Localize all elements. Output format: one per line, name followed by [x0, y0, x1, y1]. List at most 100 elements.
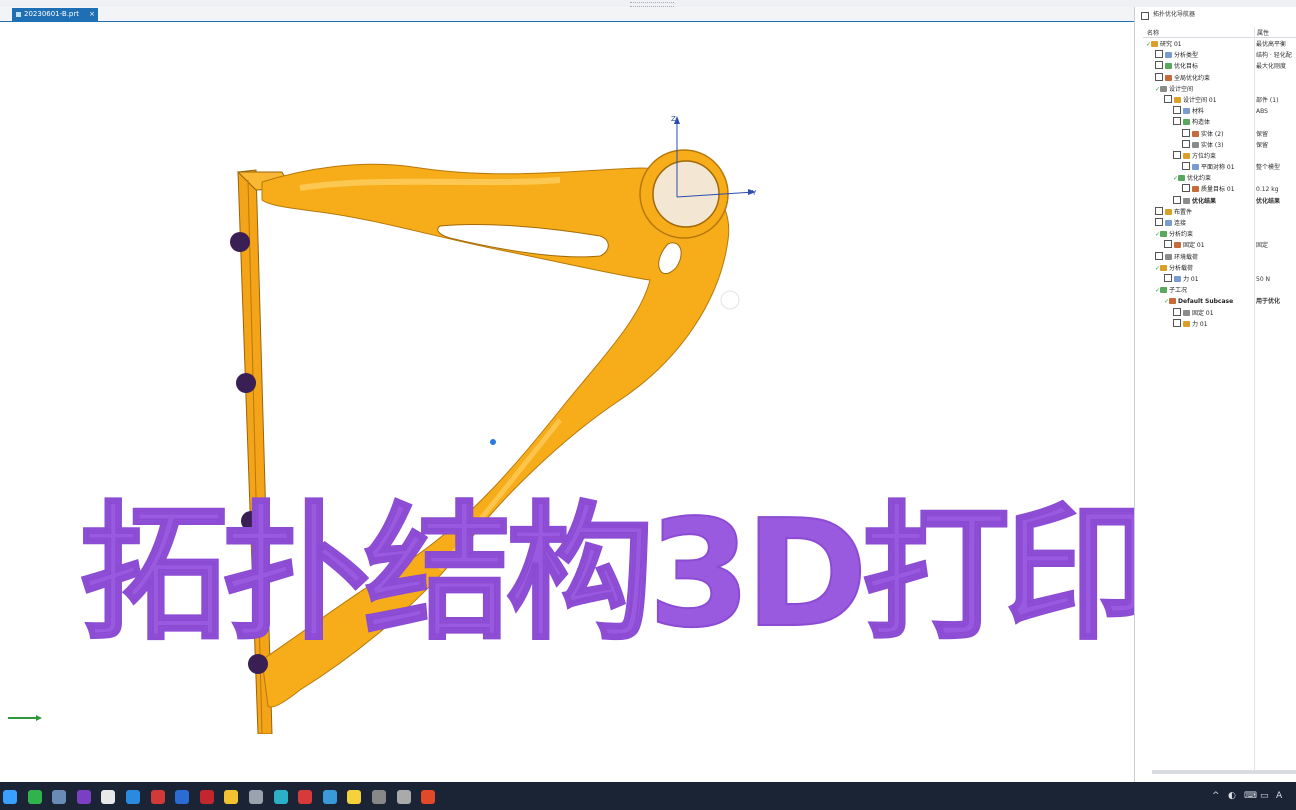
tray-icon[interactable]: ^: [1212, 791, 1220, 801]
notes-icon[interactable]: [322, 790, 337, 804]
file-tab-bar: 20230601-B.prt ×: [0, 7, 1134, 23]
tree-row-label: 优化约束: [1187, 175, 1212, 183]
tree-row[interactable]: 分析类型 结构 · 轻化配: [1140, 50, 1296, 61]
tree-row-label: 优化结果: [1192, 197, 1217, 205]
checkbox-icon[interactable]: [1173, 150, 1181, 159]
checkbox-icon[interactable]: [1173, 106, 1181, 115]
nx-icon[interactable]: [199, 790, 214, 804]
tree-row[interactable]: 固定 01 固定: [1140, 240, 1296, 251]
tree-row[interactable]: 固定 01: [1140, 307, 1296, 319]
panel-column-header: 名称 属性: [1143, 27, 1296, 38]
tree-row-value: 0.12 kg: [1256, 186, 1279, 194]
checkbox-icon[interactable]: [1173, 318, 1181, 327]
checkbox-icon[interactable]: [1182, 128, 1190, 137]
node-icon: [1192, 164, 1199, 171]
checkbox-icon[interactable]: [1155, 218, 1163, 226]
tree-row[interactable]: ✓ 分析约束: [1140, 229, 1296, 240]
node-icon: [1160, 85, 1168, 92]
tree-row[interactable]: 平面对称 01 整个模型: [1140, 162, 1296, 173]
node-icon: [1165, 52, 1172, 59]
checkbox-icon[interactable]: [1164, 94, 1172, 103]
checkbox-icon[interactable]: [1173, 195, 1181, 204]
node-icon: [1174, 242, 1181, 249]
visualstudio-icon[interactable]: [76, 790, 91, 804]
node-icon: [1183, 197, 1190, 204]
tree-row-value: 部件 (1): [1256, 96, 1279, 104]
col-attr[interactable]: 属性: [1257, 28, 1269, 37]
tree-row[interactable]: 连接: [1140, 218, 1296, 229]
tree-row-label: 材料: [1192, 108, 1205, 116]
checkbox-icon[interactable]: [1182, 139, 1190, 148]
checkbox-icon[interactable]: [1155, 61, 1163, 70]
sticky-icon[interactable]: [347, 790, 362, 804]
tray-icon[interactable]: ▭: [1260, 791, 1269, 801]
folder-icon[interactable]: [224, 790, 239, 804]
node-icon: [1192, 141, 1199, 148]
z-axis-label: Z: [671, 115, 676, 123]
tree-row[interactable]: 优化目标 最大化刚度: [1140, 61, 1296, 72]
player-icon[interactable]: [396, 790, 411, 804]
panel-toggle-icon[interactable]: [1141, 12, 1149, 20]
tree-row[interactable]: ✓ 子工况: [1140, 285, 1296, 296]
checkbox-icon[interactable]: [1155, 72, 1163, 81]
node-icon: [1183, 309, 1190, 316]
tree-row[interactable]: 实体 (2) 保留: [1140, 128, 1296, 140]
tray-icon[interactable]: A: [1276, 791, 1282, 801]
tree-row[interactable]: ✓ 设计空间: [1140, 84, 1296, 95]
navigator-tree[interactable]: ✓ 研究 01 最优高平衡 分析类型 结构 · 轻化配 优化目标 最大化刚度 全局优化约束 ✓ 设…: [1140, 39, 1296, 330]
tree-row[interactable]: 布置件: [1140, 206, 1296, 218]
browser-icon[interactable]: [421, 790, 436, 804]
vscode-icon[interactable]: [126, 790, 140, 804]
checkbox-icon[interactable]: [1164, 240, 1172, 249]
checkbox-icon[interactable]: [1164, 273, 1172, 282]
app-icon[interactable]: [175, 790, 190, 804]
checkbox-icon[interactable]: [1155, 251, 1163, 260]
start-icon[interactable]: [3, 790, 17, 804]
tree-row[interactable]: 优化结果 优化结果: [1140, 195, 1296, 207]
tree-row-label: 研究 01: [1160, 41, 1182, 48]
panel-title: 拓扑优化导航器: [1135, 7, 1296, 23]
checkbox-icon[interactable]: [1182, 162, 1190, 171]
checkbox-icon[interactable]: [1155, 206, 1163, 215]
col-name[interactable]: 名称: [1147, 28, 1159, 37]
file-tab[interactable]: 20230601-B.prt ×: [12, 8, 98, 21]
checkbox-icon[interactable]: [1173, 307, 1181, 316]
tree-row[interactable]: 构造体: [1140, 117, 1296, 128]
tree-row[interactable]: ✓ 分析载荷: [1140, 263, 1296, 274]
tree-row[interactable]: 设计空间 01 部件 (1): [1140, 94, 1296, 106]
tree-row-label: 实体 (3): [1201, 141, 1224, 149]
tree-row[interactable]: 质量目标 01 0.12 kg: [1140, 184, 1296, 195]
node-icon: [1165, 220, 1172, 226]
panel-scrollbar[interactable]: [1152, 770, 1296, 774]
checkbox-icon[interactable]: [1155, 50, 1163, 59]
tree-row[interactable]: ✓ 优化约束: [1140, 173, 1296, 184]
edge-icon[interactable]: [273, 790, 288, 804]
tree-row-label: 环境载荷: [1174, 253, 1199, 261]
settings-icon[interactable]: [249, 790, 263, 804]
part-file-icon: [16, 11, 21, 17]
media-icon[interactable]: [150, 790, 165, 804]
node-icon: [1165, 208, 1172, 215]
tree-row[interactable]: 全局优化约束: [1140, 72, 1296, 84]
tree-row-label: 固定 01: [1183, 242, 1205, 250]
tray-icon[interactable]: ◐: [1228, 791, 1236, 801]
tree-row[interactable]: ✓ Default Subcase 用于优化: [1140, 296, 1296, 307]
checkbox-icon[interactable]: [1182, 184, 1190, 193]
tree-row[interactable]: 力 01: [1140, 318, 1296, 330]
tree-row[interactable]: ✓ 研究 01 最优高平衡: [1140, 39, 1296, 50]
tree-row[interactable]: 实体 (3) 保留: [1140, 139, 1296, 151]
tree-row[interactable]: 方位约束: [1140, 150, 1296, 162]
usb-icon[interactable]: [372, 790, 386, 804]
tree-row-label: 分析类型: [1174, 52, 1199, 60]
record-icon[interactable]: [298, 790, 313, 804]
tree-row[interactable]: 力 01 50 N: [1140, 273, 1296, 285]
bolt-1: [230, 232, 250, 252]
wechat-icon[interactable]: [27, 790, 42, 804]
checkbox-icon[interactable]: [1173, 117, 1181, 126]
tray-icon[interactable]: ⌨: [1244, 791, 1257, 801]
tree-row[interactable]: 环境载荷: [1140, 251, 1296, 263]
network-icon[interactable]: [52, 790, 67, 804]
chrome-icon[interactable]: [101, 790, 116, 804]
tree-row[interactable]: 材料 ABS: [1140, 106, 1296, 117]
close-tab-icon[interactable]: ×: [89, 8, 95, 21]
